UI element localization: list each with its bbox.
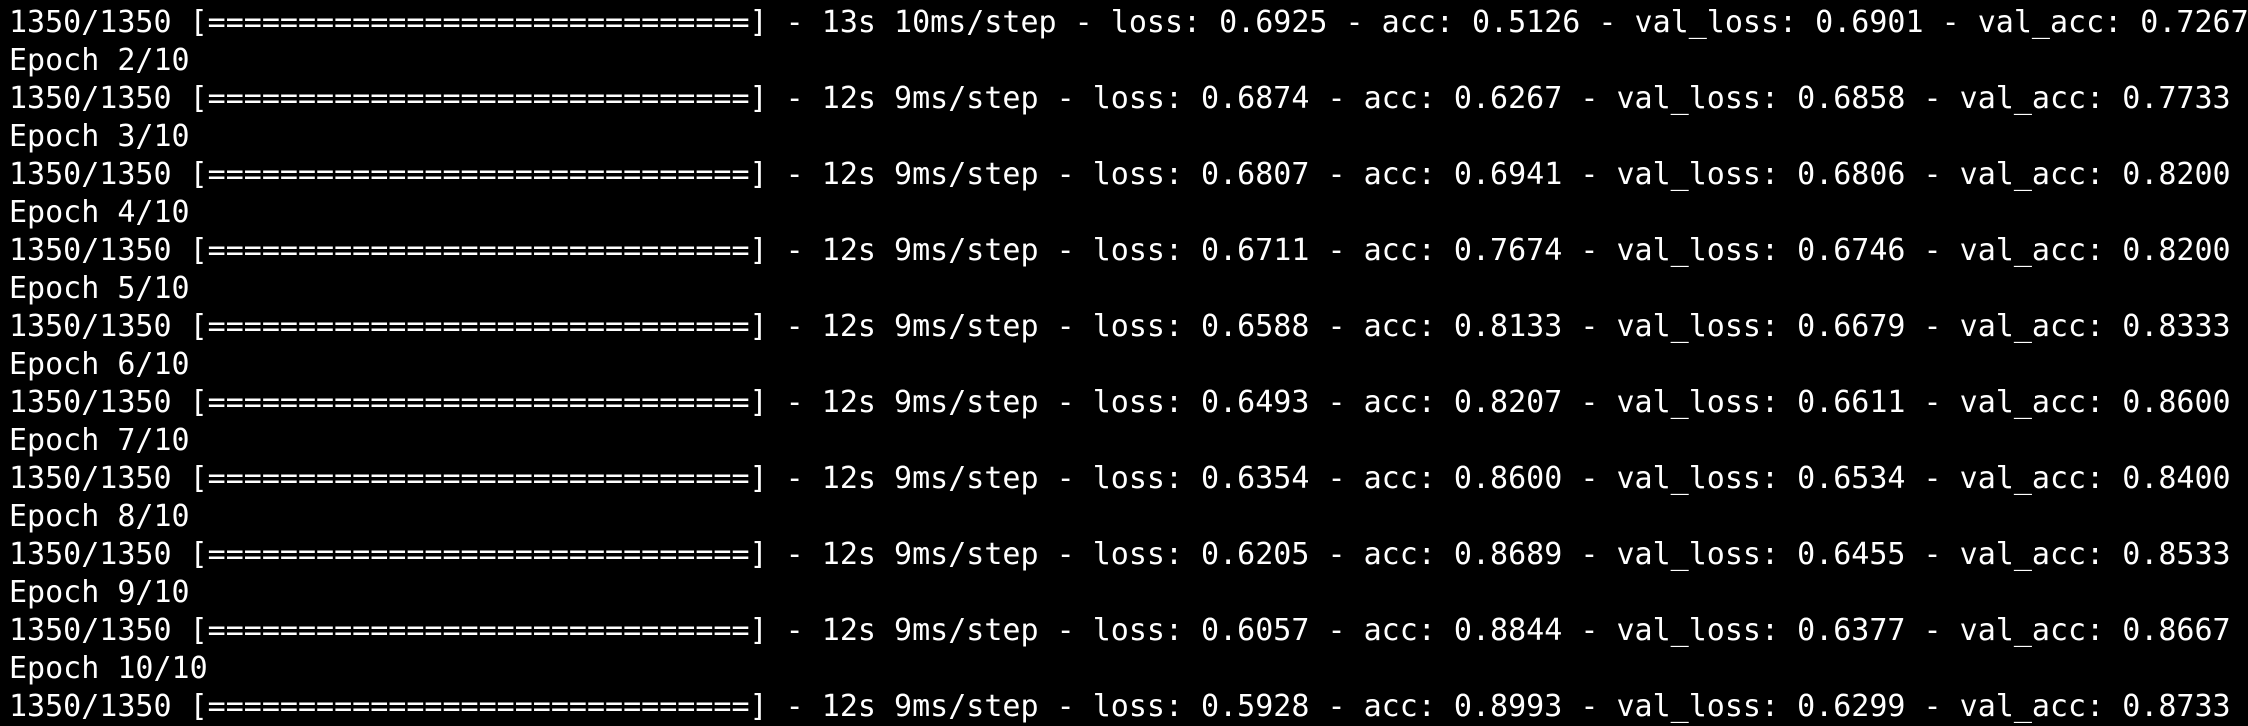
epoch-header-6: Epoch 6/10 (9, 347, 190, 382)
progress-line-epoch-8: 1350/1350 [=============================… (9, 537, 2231, 572)
epoch-header-8: Epoch 8/10 (9, 499, 190, 534)
progress-line-epoch-5: 1350/1350 [=============================… (9, 309, 2231, 344)
epoch-header-3: Epoch 3/10 (9, 119, 190, 154)
progress-line-epoch-10: 1350/1350 [=============================… (9, 689, 2231, 724)
terminal-output[interactable]: 1350/1350 [=============================… (0, 0, 2248, 724)
progress-line-epoch-6: 1350/1350 [=============================… (9, 385, 2231, 420)
progress-line-epoch-2: 1350/1350 [=============================… (9, 81, 2231, 116)
epoch-header-10: Epoch 10/10 (9, 651, 208, 686)
progress-line-epoch-3: 1350/1350 [=============================… (9, 157, 2231, 192)
epoch-header-5: Epoch 5/10 (9, 271, 190, 306)
progress-line-epoch-7: 1350/1350 [=============================… (9, 461, 2231, 496)
epoch-header-4: Epoch 4/10 (9, 195, 190, 230)
epoch-header-7: Epoch 7/10 (9, 423, 190, 458)
epoch-header-9: Epoch 9/10 (9, 575, 190, 610)
progress-line-epoch-9: 1350/1350 [=============================… (9, 613, 2231, 648)
progress-line-epoch-1: 1350/1350 [=============================… (9, 5, 2248, 40)
epoch-header-2: Epoch 2/10 (9, 43, 190, 78)
progress-line-epoch-4: 1350/1350 [=============================… (9, 233, 2231, 268)
